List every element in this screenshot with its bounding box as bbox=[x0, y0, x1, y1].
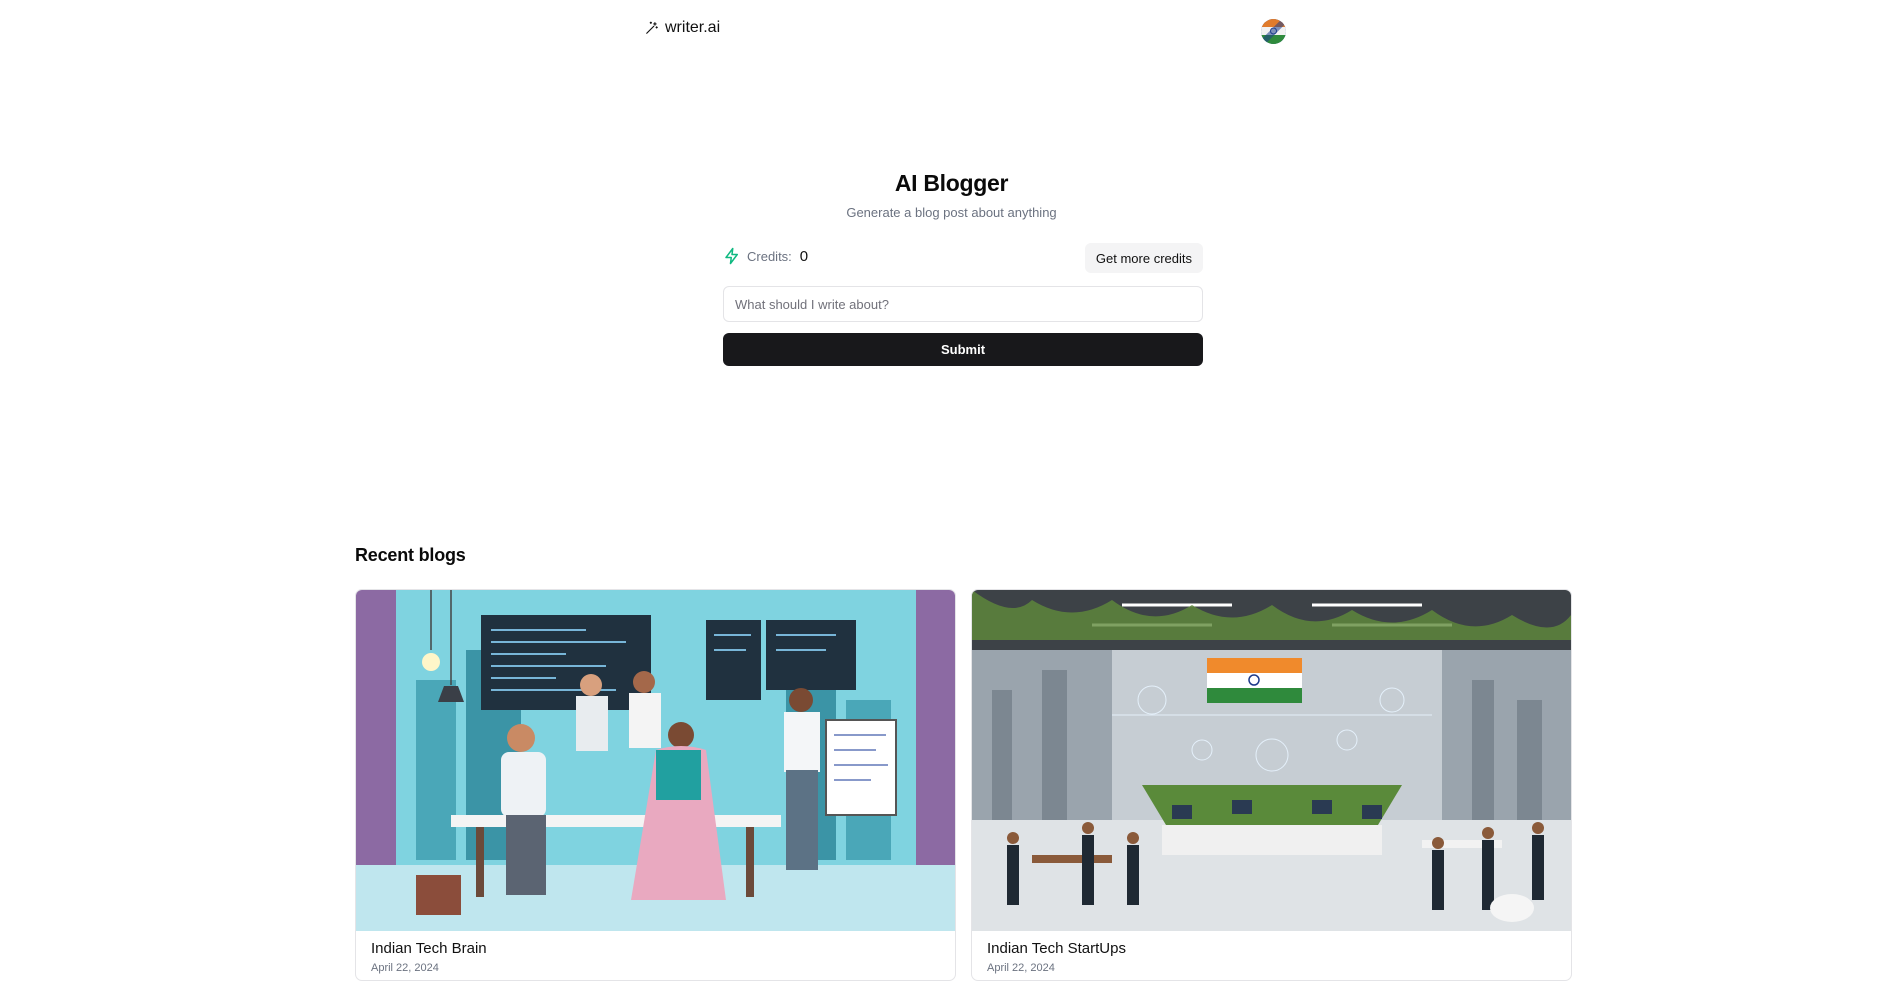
blog-card-title: Indian Tech StartUps bbox=[987, 940, 1126, 957]
brand-name: writer.ai bbox=[665, 19, 721, 36]
blog-card[interactable]: Indian Tech StartUps April 22, 2024 bbox=[971, 589, 1572, 981]
credits-display: Credits: 0 bbox=[723, 247, 808, 265]
brand-logo-link[interactable]: writer.ai bbox=[645, 19, 720, 37]
blog-card[interactable]: Indian Tech Brain April 22, 2024 bbox=[355, 589, 956, 981]
page-title: AI Blogger bbox=[894, 170, 1009, 196]
hero-section: AI Blogger Generate a blog post about an… bbox=[0, 170, 1903, 220]
credits-row: Credits: 0 Get more credits bbox=[723, 241, 1203, 273]
top-nav: writer.ai bbox=[0, 0, 1903, 62]
credits-count: 0 bbox=[799, 247, 809, 265]
recent-blogs-heading: Recent blogs bbox=[355, 545, 466, 565]
submit-button[interactable]: Submit bbox=[723, 333, 1203, 366]
magic-wand-icon bbox=[646, 21, 658, 34]
page-subtitle: Generate a blog post about anything bbox=[846, 205, 1057, 220]
blog-card-image bbox=[972, 590, 1571, 931]
user-avatar[interactable] bbox=[1261, 19, 1286, 44]
lightning-icon bbox=[725, 247, 738, 265]
topic-input[interactable] bbox=[723, 286, 1203, 322]
blog-card-title: Indian Tech Brain bbox=[371, 940, 487, 957]
credits-label: Credits: bbox=[747, 248, 792, 264]
get-more-credits-button[interactable]: Get more credits bbox=[1084, 243, 1203, 273]
blog-card-image bbox=[356, 590, 955, 931]
